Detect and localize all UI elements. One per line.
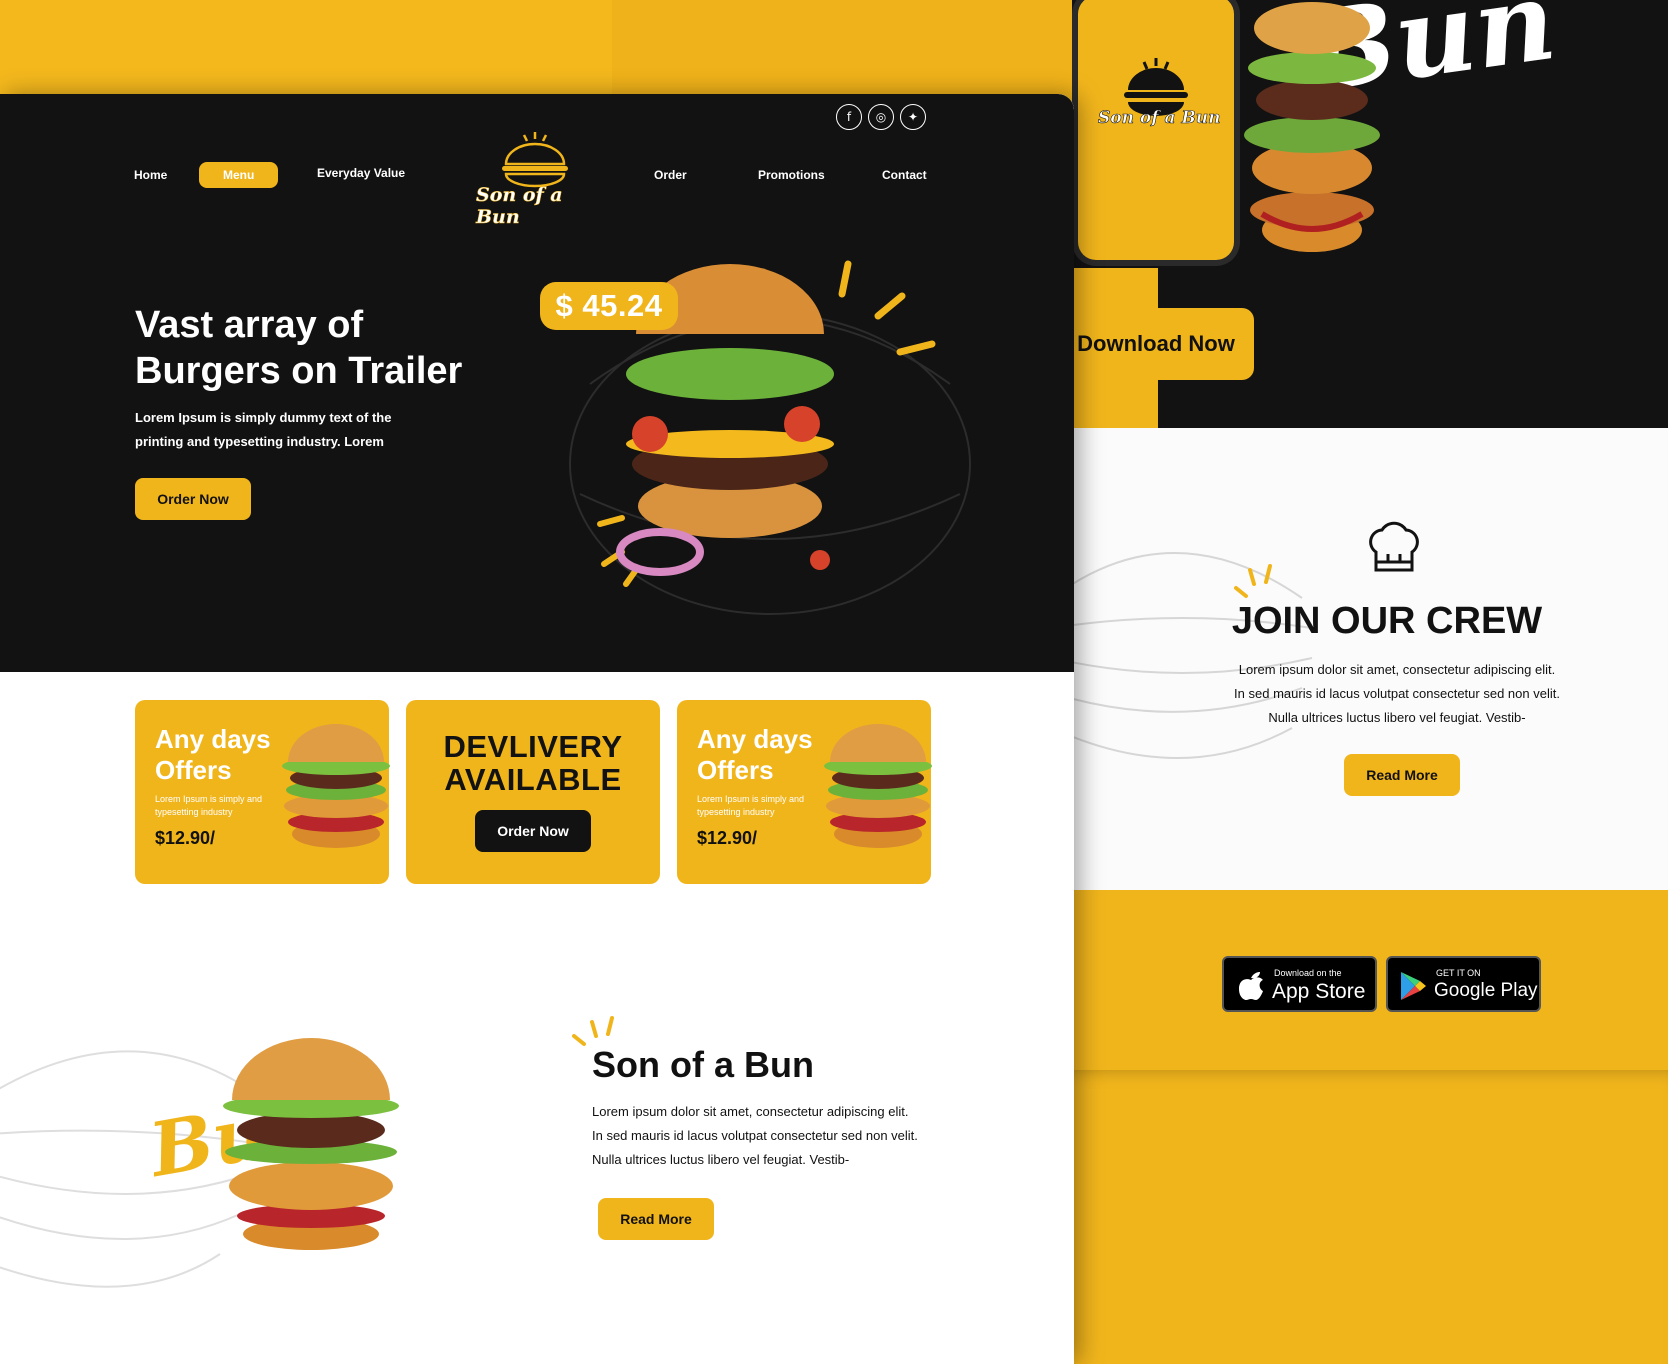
hero-title: Vast array of Burgers on Trailer <box>135 304 463 392</box>
about-burger-image <box>223 1038 399 1250</box>
logo-icon <box>502 132 568 188</box>
site-logo[interactable]: Son of a Bun <box>468 130 602 228</box>
delivery-order-now-button[interactable]: Order Now <box>475 810 591 852</box>
facebook-icon[interactable]: f <box>836 104 862 130</box>
logo-text: Son of a Bun <box>476 184 563 229</box>
app-store-small: Download on the <box>1274 968 1342 978</box>
offer-card-subtitle: Lorem Ipsum is simply and typesetting in… <box>155 794 263 817</box>
offer-card[interactable]: Any days Offers Lorem Ipsum is simply an… <box>677 700 932 884</box>
yellow-footer-block <box>1072 1070 1668 1364</box>
app-store-big: App Store <box>1272 980 1366 1003</box>
google-play-button[interactable]: GET IT ON Google Play <box>1386 956 1541 1012</box>
crew-read-more-button[interactable]: Read More <box>1344 754 1460 796</box>
crew-title: JOIN OUR CREW <box>1231 600 1543 642</box>
apple-icon <box>1239 972 1263 1000</box>
nav-promotions[interactable]: Promotions <box>758 168 825 182</box>
nav-home[interactable]: Home <box>134 168 167 182</box>
burger-image <box>824 724 932 848</box>
app-store-button[interactable]: Download on the App Store <box>1222 956 1377 1012</box>
sparkle-icon <box>1234 564 1272 598</box>
about-read-more-button[interactable]: Read More <box>598 1198 714 1240</box>
offer-card-title: Any days Offers <box>155 724 271 785</box>
google-play-big: Google Play <box>1434 980 1538 1001</box>
burger-image <box>282 724 390 848</box>
offer-card-price: $12.90/ <box>155 828 216 848</box>
about-title: Son of a Bun <box>592 1044 814 1085</box>
download-now-button[interactable]: Download Now <box>1058 308 1254 380</box>
delivery-card[interactable]: DEVLIVERY AVAILABLE Order Now <box>406 700 660 884</box>
offer-card[interactable]: Any days Offers Lorem Ipsum is simply an… <box>135 700 390 884</box>
backdrop-top-mid <box>612 0 1072 94</box>
crew-text: Lorem ipsum dolor sit amet, consectetur … <box>1234 662 1560 725</box>
offer-card-title: Any days Offers <box>697 724 813 785</box>
hero-price-badge: $ 45.24 <box>540 282 678 330</box>
offer-card-price: $12.90/ <box>697 828 758 848</box>
landing-page: f ◎ ✦ Home Menu Everyday Value Order Pro… <box>0 94 1074 1364</box>
phone-mockup: Son of a Bun <box>1072 0 1240 266</box>
chef-hat-icon <box>1369 521 1419 572</box>
phone-logo-text: Son of a Bun <box>1098 108 1221 129</box>
hero-description: Lorem Ipsum is simply dummy text of the … <box>135 410 392 449</box>
hero-section: f ◎ ✦ Home Menu Everyday Value Order Pro… <box>0 94 1074 672</box>
google-play-small: GET IT ON <box>1436 968 1481 978</box>
nav-everyday-value[interactable]: Everyday Value <box>317 166 405 180</box>
hero-order-now-button[interactable]: Order Now <box>135 478 251 520</box>
nav-order[interactable]: Order <box>654 168 687 182</box>
nav-menu[interactable]: Menu <box>199 162 279 188</box>
twitter-icon[interactable]: ✦ <box>900 104 926 130</box>
google-play-icon <box>1401 972 1426 1000</box>
instagram-icon[interactable]: ◎ <box>868 104 894 130</box>
nav-contact[interactable]: Contact <box>882 168 927 182</box>
offer-card-subtitle: Lorem Ipsum is simply and typesetting in… <box>697 794 805 817</box>
backdrop-top-left <box>0 0 612 94</box>
about-text: Lorem ipsum dolor sit amet, consectetur … <box>592 1104 918 1167</box>
burger-sketch-illustration <box>1072 552 1313 759</box>
burger-image <box>1244 2 1380 252</box>
delivery-title: DEVLIVERY AVAILABLE <box>443 729 623 797</box>
